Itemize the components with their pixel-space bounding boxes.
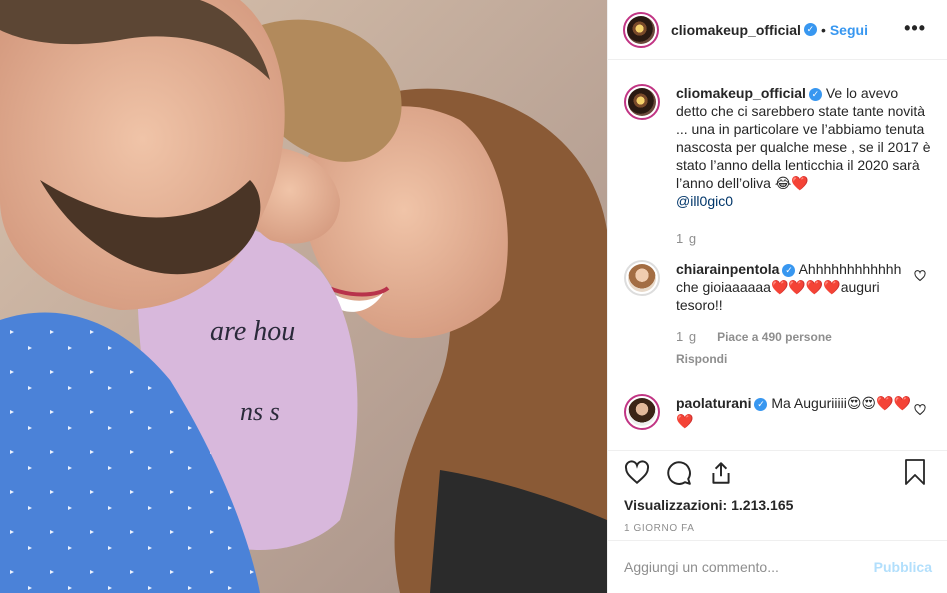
comment-input[interactable] <box>624 559 874 575</box>
post-container: are hou ns s cliomakeup_official ✓ • Seg… <box>0 0 947 593</box>
comment-like-icon[interactable] <box>914 270 926 282</box>
share-icon[interactable] <box>708 460 734 486</box>
caption-avatar[interactable] <box>624 84 660 120</box>
views-value: 1.213.165 <box>731 497 794 513</box>
verified-icon: ✓ <box>803 23 817 36</box>
post-header: cliomakeup_official ✓ • Segui ••• <box>608 0 947 60</box>
post-video[interactable]: are hou ns s <box>0 0 607 593</box>
post-image: are hou ns s <box>0 0 607 593</box>
svg-text:ns s: ns s <box>240 397 280 426</box>
comments-list[interactable]: cliomakeup_official ✓ Ve lo avevo detto c… <box>608 60 947 450</box>
caption-time[interactable]: 1 g <box>676 230 697 248</box>
caption: cliomakeup_official ✓ Ve lo avevo detto c… <box>624 84 932 248</box>
bookmark-icon[interactable] <box>904 459 926 485</box>
comment-like-icon[interactable] <box>914 404 926 416</box>
author-avatar[interactable] <box>623 11 659 48</box>
caption-username[interactable]: cliomakeup_official <box>676 85 806 101</box>
commenter-username[interactable]: paolaturani <box>676 395 751 411</box>
author-username[interactable]: cliomakeup_official <box>671 22 801 38</box>
post-sidebar: cliomakeup_official ✓ • Segui ••• clioma… <box>607 0 947 593</box>
post-time[interactable]: 1 GIORNO FA <box>624 523 932 534</box>
like-heart-icon[interactable] <box>624 460 650 486</box>
header-separator: • <box>820 21 826 38</box>
commenter-username[interactable]: chiarainpentola <box>676 261 779 277</box>
comment-icon[interactable] <box>666 460 692 486</box>
comment-time[interactable]: 1 g <box>676 328 697 346</box>
verified-icon: ✓ <box>808 87 822 101</box>
views-label: Visualizzazioni: <box>624 497 728 513</box>
commenter-avatar[interactable] <box>624 260 660 296</box>
verified-icon: ✓ <box>754 397 768 411</box>
svg-text:are hou: are hou <box>210 316 295 347</box>
reply-button[interactable]: Rispondi <box>676 350 916 368</box>
comment-likes[interactable]: Piace a 490 persone <box>717 328 832 346</box>
commenter-avatar[interactable] <box>624 394 660 430</box>
follow-button[interactable]: Segui <box>830 22 868 38</box>
post-actions: Visualizzazioni: 1.213.165 1 GIORNO FA <box>608 450 947 540</box>
caption-mention[interactable]: @ill0gic0 <box>676 193 733 209</box>
verified-icon: ✓ <box>782 263 796 277</box>
comment-item: chiarainpentola ✓ Ahhhhhhhhhhhh che gioia… <box>624 260 932 368</box>
views-count[interactable]: Visualizzazioni: 1.213.165 <box>624 497 932 513</box>
add-comment-bar: Pubblica <box>608 540 947 593</box>
publish-button[interactable]: Pubblica <box>874 559 932 575</box>
comment-item: paolaturani ✓ Ma Auguriiiii😍😍❤️❤️❤️ <box>624 394 932 430</box>
more-icon[interactable]: ••• <box>904 18 926 39</box>
